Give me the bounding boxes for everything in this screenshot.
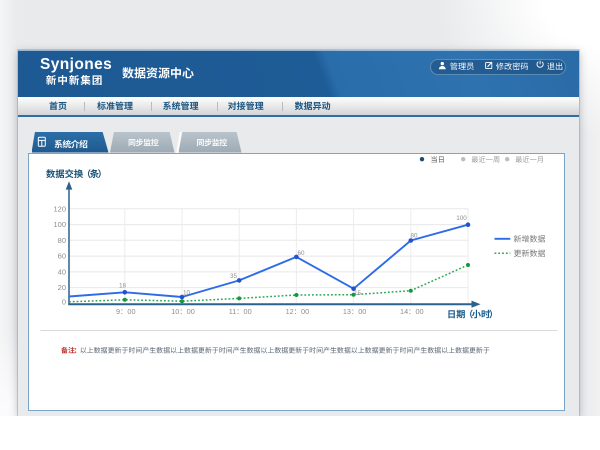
svg-text:18: 18 (119, 282, 127, 289)
svg-text:40: 40 (58, 268, 66, 277)
svg-text:60: 60 (297, 250, 305, 257)
svg-text:100: 100 (53, 220, 66, 229)
svg-text:13：00: 13：00 (343, 307, 367, 316)
svg-text:10: 10 (183, 290, 191, 297)
svg-text:11：00: 11：00 (229, 307, 252, 316)
svg-text:0: 0 (62, 297, 66, 306)
svg-text:14：00: 14：00 (400, 307, 424, 316)
svg-text:100: 100 (456, 215, 467, 222)
svg-text:12：00: 12：00 (286, 307, 310, 316)
svg-text:9：00: 9：00 (116, 307, 135, 316)
svg-text:60: 60 (58, 252, 66, 261)
svg-text:20: 20 (58, 283, 66, 292)
svg-text:120: 120 (53, 204, 66, 213)
svg-text:Synjones: Synjones (40, 56, 112, 73)
svg-text:80: 80 (58, 236, 66, 245)
svg-text:10：00: 10：00 (171, 307, 195, 316)
svg-text:15: 15 (354, 290, 362, 297)
svg-text:35: 35 (230, 273, 238, 280)
svg-text:80: 80 (410, 233, 418, 240)
